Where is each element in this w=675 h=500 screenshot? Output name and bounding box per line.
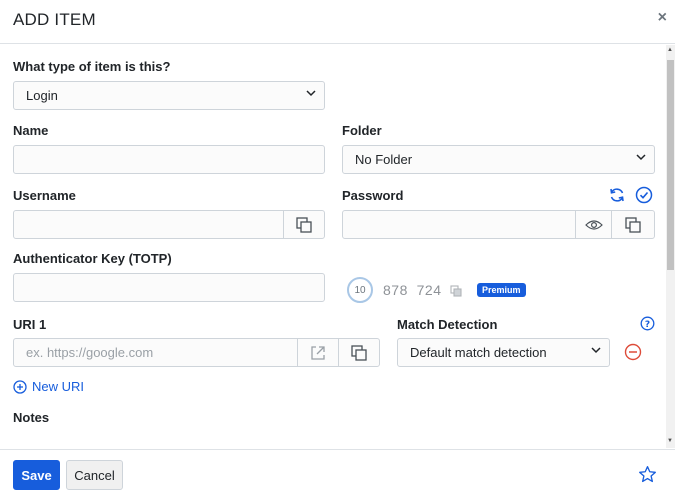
copy-password-button[interactable] xyxy=(611,210,655,239)
notes-label: Notes xyxy=(13,410,50,425)
type-select[interactable]: Login xyxy=(13,81,325,110)
match-detection-value: Default match detection xyxy=(410,345,547,360)
chevron-down-icon xyxy=(636,152,646,162)
type-label: What type of item is this? xyxy=(13,59,171,74)
premium-badge: Premium xyxy=(477,283,526,297)
totp-code: 878 724 xyxy=(383,282,442,298)
copy-username-button[interactable] xyxy=(283,210,325,239)
type-select-value: Login xyxy=(26,88,58,103)
copy-icon xyxy=(350,344,368,362)
folder-label: Folder xyxy=(342,123,382,138)
username-label: Username xyxy=(13,188,76,203)
save-button[interactable]: Save xyxy=(13,460,60,490)
external-link-icon xyxy=(309,344,327,362)
svg-text:?: ? xyxy=(645,320,650,330)
refresh-icon[interactable] xyxy=(608,186,626,204)
scroll-down-arrow[interactable]: ▼ xyxy=(667,438,673,444)
copy-uri-button[interactable] xyxy=(338,338,380,367)
match-detection-label: Match Detection xyxy=(397,317,498,332)
launch-uri-button[interactable] xyxy=(297,338,339,367)
totp-countdown-value: 10 xyxy=(354,284,366,296)
dialog-body[interactable]: What type of item is this? Login Name Fo… xyxy=(0,45,666,448)
name-input[interactable] xyxy=(13,145,325,174)
cancel-button[interactable]: Cancel xyxy=(66,460,123,490)
dialog-title: ADD ITEM xyxy=(13,10,96,29)
username-input[interactable] xyxy=(13,210,284,239)
scroll-up-arrow[interactable]: ▲ xyxy=(667,47,673,53)
password-input[interactable] xyxy=(342,210,576,239)
copy-icon xyxy=(624,216,642,234)
password-label: Password xyxy=(342,188,404,203)
folder-select-value: No Folder xyxy=(355,152,413,167)
dialog-header: ADD ITEM × xyxy=(0,0,675,44)
totp-label: Authenticator Key (TOTP) xyxy=(13,251,172,266)
check-circle-icon[interactable] xyxy=(635,186,653,204)
match-detection-select[interactable]: Default match detection xyxy=(397,338,610,367)
chevron-down-icon xyxy=(591,345,601,355)
eye-icon xyxy=(584,219,603,231)
uri-input[interactable] xyxy=(13,338,298,367)
minus-circle-icon[interactable] xyxy=(624,343,642,361)
uri-label: URI 1 xyxy=(13,317,47,332)
totp-input[interactable] xyxy=(13,273,325,302)
name-label: Name xyxy=(13,123,49,138)
new-uri-link[interactable]: New URI xyxy=(13,379,84,394)
question-circle-icon[interactable]: ? xyxy=(640,316,655,331)
close-button[interactable]: × xyxy=(658,9,667,27)
copy-icon[interactable] xyxy=(450,285,462,297)
new-uri-label: New URI xyxy=(32,379,85,394)
folder-select[interactable]: No Folder xyxy=(342,145,655,174)
scrollbar-thumb[interactable] xyxy=(667,60,674,270)
plus-circle-icon xyxy=(13,379,27,394)
star-icon[interactable] xyxy=(638,465,657,484)
totp-countdown: 10 xyxy=(347,277,373,303)
copy-icon xyxy=(295,216,313,234)
chevron-down-icon xyxy=(306,88,316,98)
toggle-password-visibility-button[interactable] xyxy=(575,210,612,239)
